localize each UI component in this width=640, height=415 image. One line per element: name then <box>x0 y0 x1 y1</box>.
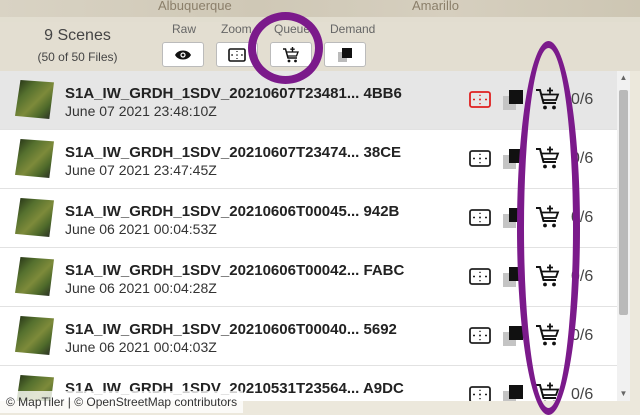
scene-date: June 07 2021 23:47:45Z <box>65 162 217 178</box>
zoom-to-scene-icon[interactable] <box>469 91 491 108</box>
demand-toggle-button[interactable] <box>324 42 366 67</box>
raw-toggle-button[interactable] <box>162 42 204 67</box>
annotation-ellipse-cart-column <box>517 41 580 415</box>
map-label-albuquerque: Albuquerque <box>158 0 232 13</box>
scene-thumbnail[interactable] <box>15 316 54 355</box>
scene-count: 9 Scenes <box>44 27 111 44</box>
scene-name: S1A_IW_GRDH_1SDV_20210607T23481... 4BB6 <box>65 85 402 102</box>
scene-thumbnail[interactable] <box>15 198 54 237</box>
on-demand-icon[interactable] <box>503 88 525 110</box>
scene-date: June 07 2021 23:48:10Z <box>65 103 217 119</box>
zoom-to-fit-icon <box>228 47 246 62</box>
scene-name: S1A_IW_GRDH_1SDV_20210606T00042... FABC <box>65 262 405 279</box>
zoom-to-scene-icon[interactable] <box>469 268 491 285</box>
scene-date: June 06 2021 00:04:53Z <box>65 221 217 237</box>
zoom-to-scene-icon[interactable] <box>469 150 491 167</box>
file-ratio: 0/6 <box>571 386 594 401</box>
on-demand-icon[interactable] <box>503 383 525 401</box>
zoom-to-scene-icon[interactable] <box>469 386 491 401</box>
map-label-amarillo: Amarillo <box>412 0 459 13</box>
scene-thumbnail[interactable] <box>15 80 54 119</box>
annotation-circle-queue <box>248 12 323 84</box>
scene-date: June 06 2021 00:04:28Z <box>65 280 217 296</box>
scene-thumbnail[interactable] <box>15 257 54 296</box>
scene-thumbnail[interactable] <box>15 139 54 178</box>
zoom-to-scene-icon[interactable] <box>469 327 491 344</box>
scene-name: S1A_IW_GRDH_1SDV_20210606T00045... 942B <box>65 203 400 220</box>
toggle-raw-label: Raw <box>172 22 197 36</box>
scene-name: S1A_IW_GRDH_1SDV_20210607T23474... 38CE <box>65 144 402 161</box>
scrollbar-thumb[interactable] <box>619 90 628 315</box>
eye-icon <box>175 50 191 59</box>
toggle-zoom-label: Zoom <box>221 22 252 36</box>
scene-date: June 06 2021 00:04:03Z <box>65 339 217 355</box>
scroll-up-icon[interactable]: ▲ <box>619 73 628 82</box>
zoom-to-scene-icon[interactable] <box>469 209 491 226</box>
scroll-down-icon[interactable]: ▼ <box>619 389 628 398</box>
on-demand-icon <box>338 47 352 62</box>
scene-name: S1A_IW_GRDH_1SDV_20210606T00040... 5692 <box>65 321 397 338</box>
file-count: (50 of 50 Files) <box>37 50 118 64</box>
toggle-demand-label: Demand <box>330 22 376 36</box>
map-attribution[interactable]: © MapTiler | © OpenStreetMap contributor… <box>0 391 244 413</box>
file-ratio: 0/6 <box>571 91 594 108</box>
